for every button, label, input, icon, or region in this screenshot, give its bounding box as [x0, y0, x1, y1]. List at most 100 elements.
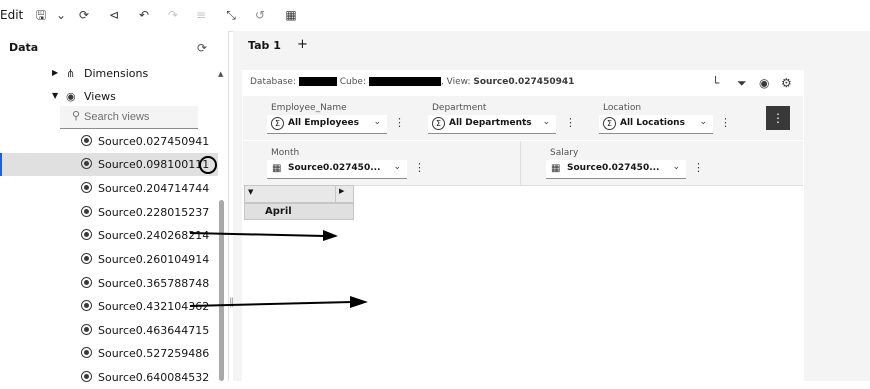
- dimension-label: Employee_Name: [271, 103, 347, 113]
- eye-icon[interactable]: ◉: [759, 76, 769, 90]
- dimensions-icon: ⋔: [66, 67, 76, 80]
- row-header-cell[interactable]: April: [244, 203, 354, 220]
- refresh-icon[interactable]: ⟳: [75, 6, 93, 24]
- grid-corner-cell[interactable]: ▼ ▶: [244, 185, 354, 203]
- dimension-value: All Employees: [288, 118, 359, 128]
- chevron-down-icon: ⌄: [699, 117, 707, 127]
- view-icon: [81, 135, 92, 146]
- dimension-value: Source0.027450...: [567, 163, 660, 173]
- view-icon: [81, 229, 92, 240]
- dimension-label: Month: [271, 148, 300, 158]
- view-list-item[interactable]: Source0.640084532: [0, 366, 218, 389]
- month-dimension-selector[interactable]: Month ▦ Source0.027450... ⌄: [267, 148, 407, 184]
- history-icon[interactable]: ↺: [251, 6, 269, 24]
- grid-icon: ▦: [551, 163, 561, 174]
- view-list-item-selected[interactable]: Source0.098100111: [0, 153, 218, 176]
- search-views-input[interactable]: ⚲ Search views: [60, 106, 198, 129]
- bar-overflow-menu-button[interactable]: ⋮: [766, 106, 790, 130]
- view-icon: ◉: [66, 90, 76, 103]
- view-label: Source0.204714744: [98, 182, 210, 195]
- dimension-dropdown[interactable]: ▦ Source0.027450... ⌄: [267, 160, 407, 179]
- chevron-down-icon[interactable]: ⌄: [52, 6, 70, 24]
- salary-dimension-selector[interactable]: Salary ▦ Source0.027450... ⌄: [546, 148, 686, 184]
- tree-label-views: Views: [84, 90, 116, 103]
- database-label: Database:: [250, 77, 296, 87]
- salary-overflow-menu-icon[interactable]: ⋮: [693, 161, 704, 174]
- annotation-arrow: [189, 296, 368, 308]
- caret-down-icon[interactable]: ▼: [52, 91, 58, 100]
- view-header: Database: Cube: , View: Source0.02745094…: [250, 77, 574, 87]
- redo-icon[interactable]: ↷: [164, 6, 182, 24]
- sigma-icon: Σ: [603, 117, 616, 130]
- view-list-item[interactable]: Source0.365788748: [0, 272, 218, 295]
- divider: [335, 186, 336, 203]
- dimension-dropdown[interactable]: Σ All Departments ⌄: [428, 115, 556, 134]
- snapshot-icon[interactable]: ▦: [282, 6, 300, 24]
- dimension-dropdown[interactable]: ▦ Source0.027450... ⌄: [546, 160, 686, 179]
- tab-1-label: Tab 1: [248, 39, 281, 52]
- location-overflow-menu-icon[interactable]: ⋮: [720, 116, 731, 129]
- save-icon[interactable]: 🖫: [32, 6, 50, 24]
- dimension-label: Salary: [550, 148, 579, 158]
- view-label: Source0.260104914: [98, 253, 210, 266]
- sigma-icon: Σ: [271, 117, 284, 130]
- view-list-item[interactable]: Source0.527259486: [0, 342, 218, 365]
- redacted-database: [298, 77, 337, 86]
- divider: [520, 141, 521, 185]
- chevron-down-icon: ⌄: [393, 162, 401, 172]
- expand-right-icon[interactable]: ▶: [339, 187, 344, 195]
- filter-icon[interactable]: ≡: [192, 6, 210, 24]
- location-dimension-selector[interactable]: Location Σ All Locations ⌄: [599, 103, 713, 139]
- view-list-item[interactable]: Source0.228015237: [0, 201, 218, 224]
- row-header-label: April: [265, 206, 292, 217]
- view-list-item[interactable]: Source0.463644715: [0, 319, 218, 342]
- view-name: Source0.027450941: [473, 77, 575, 87]
- caret-right-icon[interactable]: ▶: [52, 68, 58, 77]
- view-list-item[interactable]: Source0.027450941: [0, 130, 218, 153]
- undo-icon[interactable]: ↶: [135, 6, 153, 24]
- view-list-item[interactable]: Source0.204714744: [0, 177, 218, 200]
- department-dimension-selector[interactable]: Department Σ All Departments ⌄: [428, 103, 556, 139]
- edit-menu[interactable]: Edit: [0, 8, 23, 22]
- add-tab-button[interactable]: +: [297, 37, 308, 52]
- share-icon[interactable]: ⊲: [105, 6, 123, 24]
- dimension-dropdown[interactable]: Σ All Locations ⌄: [599, 115, 713, 134]
- sigma-icon: Σ: [432, 117, 445, 130]
- highlight-circle-marker: [199, 156, 217, 174]
- collapse-icon[interactable]: ▼: [248, 188, 253, 196]
- annotation-arrow: [189, 230, 338, 241]
- dimension-value: Source0.027450...: [288, 163, 381, 173]
- view-icon: [81, 347, 92, 358]
- view-icon: [81, 206, 92, 217]
- view-icon: [81, 371, 92, 382]
- tree-item-dimensions[interactable]: ▶ ⋔ Dimensions: [0, 63, 218, 86]
- view-icon: [81, 277, 92, 288]
- dimension-value: All Departments: [449, 118, 532, 128]
- expand-icon[interactable]: ⤡: [222, 6, 240, 24]
- settings-icon[interactable]: ⚙: [781, 76, 792, 90]
- tab-1[interactable]: Tab 1: [240, 31, 288, 63]
- view-label: Source0.365788748: [98, 277, 210, 290]
- search-placeholder: Search views: [84, 111, 150, 123]
- hierarchy-icon[interactable]: └: [712, 76, 719, 90]
- toolbar: [0, 0, 870, 32]
- employee-overflow-menu-icon[interactable]: ⋮: [394, 116, 405, 129]
- view-label: Source0.027450941: [98, 135, 210, 148]
- dimension-value: All Locations: [620, 118, 685, 128]
- dimension-dropdown[interactable]: Σ All Employees ⌄: [267, 115, 387, 134]
- scroll-up-icon[interactable]: ▲: [218, 70, 223, 78]
- view-icon: [81, 324, 92, 335]
- sandbox-icon[interactable]: ⏷: [737, 76, 747, 91]
- view-label: Source0.098100111: [98, 158, 210, 171]
- department-overflow-menu-icon[interactable]: ⋮: [565, 116, 576, 129]
- view-label: Source0.527259486: [98, 347, 210, 360]
- view-list-item[interactable]: Source0.260104914: [0, 248, 218, 271]
- view-label: , View:: [440, 77, 471, 87]
- employee-dimension-selector[interactable]: Employee_Name Σ All Employees ⌄: [267, 103, 387, 139]
- chevron-down-icon: ⌄: [542, 117, 550, 127]
- refresh-data-icon[interactable]: ⟳: [197, 41, 207, 55]
- view-label: Source0.463644715: [98, 324, 210, 337]
- month-overflow-menu-icon[interactable]: ⋮: [414, 161, 425, 174]
- chevron-down-icon: ⌄: [672, 162, 680, 172]
- chevron-down-icon: ⌄: [373, 117, 381, 127]
